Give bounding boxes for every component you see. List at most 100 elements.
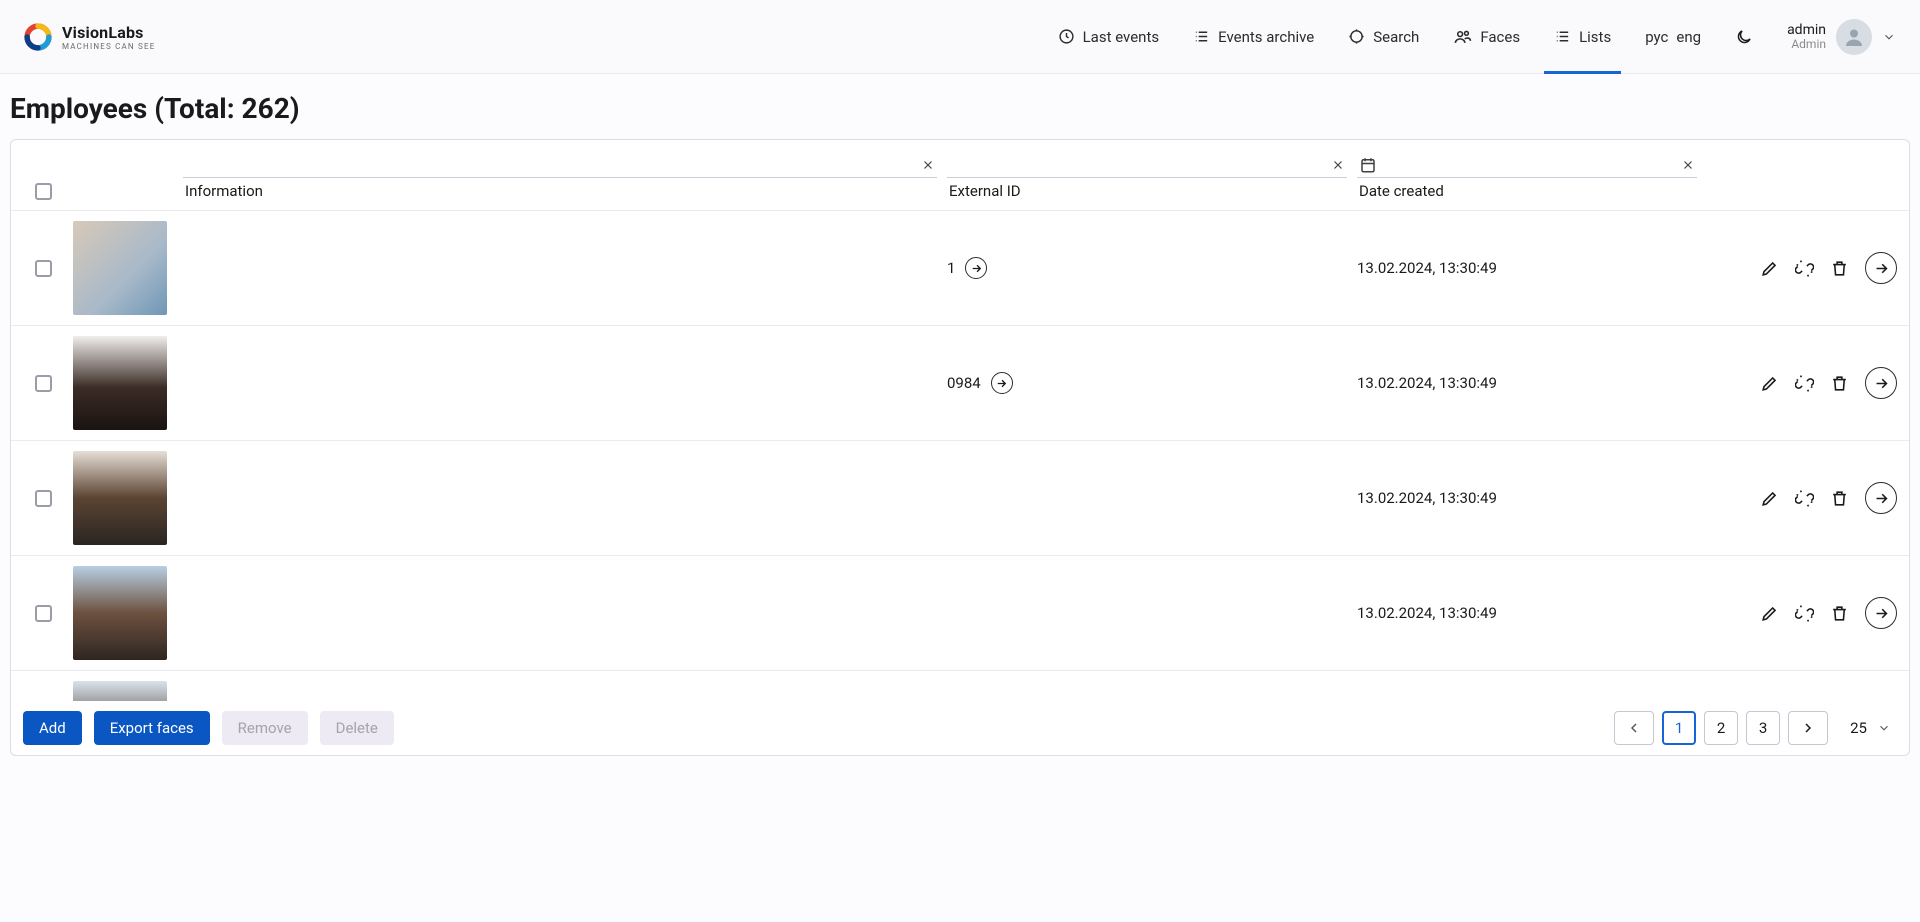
remove-button[interactable]: Remove	[222, 711, 308, 745]
table-footer: Add Export faces Remove Delete 123 25	[11, 701, 1909, 755]
unlink-button[interactable]	[1795, 259, 1814, 278]
filter-information[interactable]	[183, 152, 937, 178]
delete-button[interactable]: Delete	[320, 711, 394, 745]
brand-logo[interactable]: VisionLabs MACHINES CAN SEE	[24, 23, 155, 51]
face-photo[interactable]	[73, 336, 167, 430]
clock-icon	[1058, 28, 1075, 45]
page-number[interactable]: 1	[1662, 711, 1696, 745]
table-row: 13.02.2024, 13:30:49	[11, 556, 1909, 671]
user-role: Admin	[1787, 38, 1826, 52]
table-row: 13.02.2024, 13:30:49	[11, 441, 1909, 556]
nav-item-label: Search	[1373, 28, 1419, 46]
external-id-open-button[interactable]	[991, 372, 1013, 394]
page-size-select[interactable]: 25	[1850, 719, 1897, 737]
close-icon[interactable]	[1681, 158, 1695, 172]
date-created-value: 13.02.2024, 13:30:49	[1357, 489, 1697, 507]
arrow-right-icon	[970, 262, 983, 275]
trash-icon	[1830, 489, 1849, 508]
column-header-external-id: External ID	[947, 182, 1347, 200]
page-prev[interactable]	[1614, 711, 1654, 745]
open-row-button[interactable]	[1865, 367, 1897, 399]
column-header-date-created: Date created	[1357, 182, 1697, 200]
delete-row-button[interactable]	[1830, 259, 1849, 278]
unlink-button[interactable]	[1795, 604, 1814, 623]
unlink-icon	[1795, 604, 1814, 623]
unlink-icon	[1795, 259, 1814, 278]
calendar-icon	[1359, 156, 1377, 174]
edit-button[interactable]	[1760, 259, 1779, 278]
table-row: 13.02.2024, 13:30:49	[11, 671, 1909, 701]
arrow-right-icon	[1873, 375, 1890, 392]
theme-toggle[interactable]	[1735, 28, 1753, 46]
chevron-down-icon	[1877, 721, 1891, 735]
export-faces-button[interactable]: Export faces	[94, 711, 210, 745]
arrow-right-icon	[995, 377, 1008, 390]
brand-name: VisionLabs	[62, 23, 155, 42]
list-lines-icon	[1193, 28, 1210, 45]
user-icon	[1842, 25, 1866, 49]
face-photo[interactable]	[73, 451, 167, 545]
avatar	[1836, 19, 1872, 55]
lang-en[interactable]: eng	[1676, 28, 1701, 46]
pencil-icon	[1760, 259, 1779, 278]
external-id-open-button[interactable]	[965, 257, 987, 279]
face-photo[interactable]	[73, 681, 167, 701]
nav-search[interactable]: Search	[1348, 0, 1419, 73]
user-texts: admin Admin	[1787, 22, 1826, 52]
close-icon[interactable]	[1331, 158, 1345, 172]
page-number[interactable]: 3	[1746, 711, 1780, 745]
unlink-button[interactable]	[1795, 374, 1814, 393]
arrow-right-icon	[1873, 490, 1890, 507]
edit-button[interactable]	[1760, 489, 1779, 508]
page-title: Employees (Total: 262)	[0, 74, 1920, 139]
unlink-icon	[1795, 374, 1814, 393]
filter-date-created[interactable]	[1357, 152, 1697, 178]
lang-ru[interactable]: рус	[1645, 28, 1668, 46]
row-checkbox[interactable]	[35, 375, 52, 392]
delete-row-button[interactable]	[1830, 489, 1849, 508]
nav-last-events[interactable]: Last events	[1058, 0, 1160, 73]
page-size-value: 25	[1850, 719, 1867, 737]
edit-button[interactable]	[1760, 604, 1779, 623]
faces-icon	[1453, 28, 1472, 45]
nav-lists[interactable]: Lists	[1554, 0, 1611, 73]
arrow-right-icon	[1873, 260, 1890, 277]
close-icon[interactable]	[921, 158, 935, 172]
chevron-left-icon	[1626, 720, 1642, 736]
user-menu[interactable]: admin Admin	[1787, 19, 1896, 55]
nav-item-label: Events archive	[1218, 28, 1314, 46]
date-created-value: 13.02.2024, 13:30:49	[1357, 259, 1697, 277]
user-name: admin	[1787, 22, 1826, 38]
target-icon	[1348, 28, 1365, 45]
add-button[interactable]: Add	[23, 711, 82, 745]
trash-icon	[1830, 604, 1849, 623]
open-row-button[interactable]	[1865, 252, 1897, 284]
row-checkbox[interactable]	[35, 490, 52, 507]
moon-icon	[1735, 28, 1753, 46]
unlink-button[interactable]	[1795, 489, 1814, 508]
trash-icon	[1830, 374, 1849, 393]
open-row-button[interactable]	[1865, 482, 1897, 514]
nav-item-label: Last events	[1083, 28, 1160, 46]
pagination: 123 25	[1614, 711, 1897, 745]
edit-button[interactable]	[1760, 374, 1779, 393]
table-row: 1 13.02.2024, 13:30:49	[11, 211, 1909, 326]
delete-row-button[interactable]	[1830, 374, 1849, 393]
nav-events-archive[interactable]: Events archive	[1193, 0, 1314, 73]
face-photo[interactable]	[73, 566, 167, 660]
open-row-button[interactable]	[1865, 597, 1897, 629]
row-checkbox[interactable]	[35, 605, 52, 622]
face-photo[interactable]	[73, 221, 167, 315]
select-all-checkbox[interactable]	[35, 183, 52, 200]
unlink-icon	[1795, 489, 1814, 508]
nav-item-label: Lists	[1579, 28, 1611, 46]
filter-external-id[interactable]	[947, 152, 1347, 178]
page-number[interactable]: 2	[1704, 711, 1738, 745]
table-body[interactable]: 1 13.02.2024, 13:30:49 0984 13.02.2024, …	[11, 211, 1909, 701]
nav-faces[interactable]: Faces	[1453, 0, 1520, 73]
page-next[interactable]	[1788, 711, 1828, 745]
delete-row-button[interactable]	[1830, 604, 1849, 623]
row-checkbox[interactable]	[35, 260, 52, 277]
pencil-icon	[1760, 374, 1779, 393]
external-id-value: 1	[947, 259, 955, 277]
